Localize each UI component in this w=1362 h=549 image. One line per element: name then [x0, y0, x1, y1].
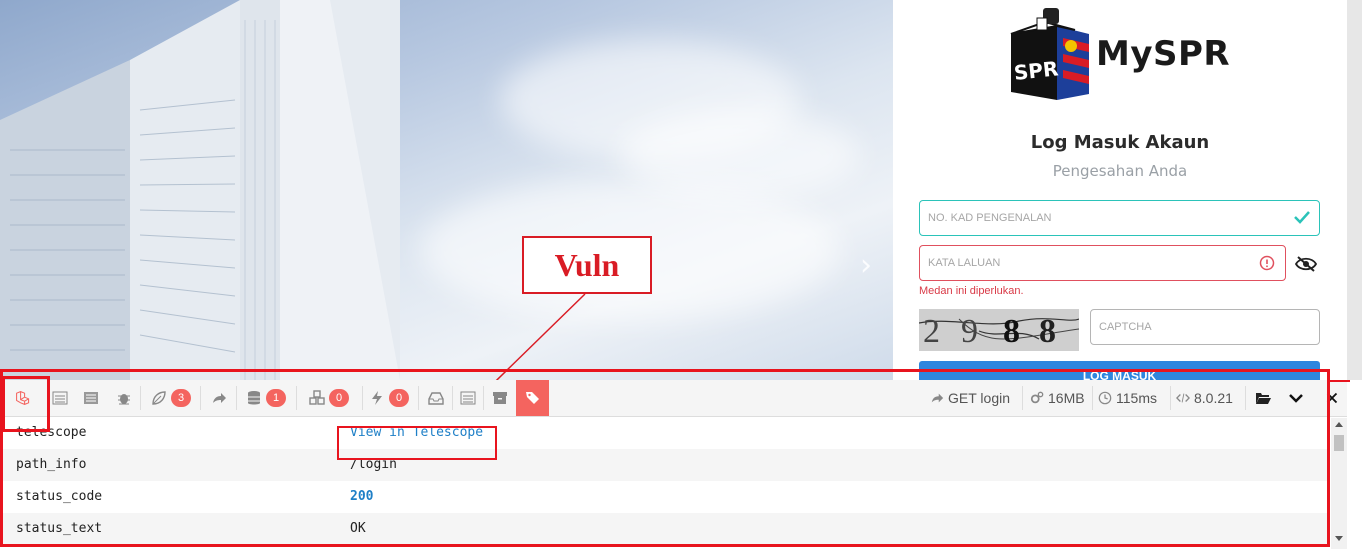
laravel-logo-button[interactable]	[0, 380, 46, 416]
highlight-line	[1330, 380, 1350, 382]
checkmark-icon	[1294, 211, 1310, 224]
password-placeholder: KATA LALUAN	[928, 257, 1001, 269]
carousel-next-button[interactable]: ›	[852, 250, 880, 282]
request-method-indicator[interactable]: GET login	[930, 380, 1010, 416]
page-scrollbar-track[interactable]	[1347, 0, 1362, 380]
scroll-down-arrow-icon[interactable]	[1335, 536, 1343, 541]
leaf-icon	[152, 391, 166, 405]
eye-slash-icon[interactable]	[1295, 255, 1317, 273]
close-icon	[1326, 392, 1338, 404]
row-key: path_info	[16, 457, 87, 472]
table-row: path_info /login	[0, 449, 1330, 481]
scrollbar-thumb[interactable]	[1334, 435, 1344, 451]
row-value: 200	[350, 489, 374, 504]
inbox-icon	[428, 392, 444, 405]
row-key: status_code	[16, 489, 103, 504]
models-count-badge: 0	[328, 389, 350, 407]
captcha-image: 2 9 8 8	[919, 309, 1079, 351]
php-version-indicator: 8.0.21	[1176, 380, 1233, 416]
bug-icon	[118, 394, 130, 405]
vuln-annotation-label: Vuln	[522, 236, 652, 294]
tab-session[interactable]	[454, 380, 482, 416]
login-title: Log Masuk Akaun	[1030, 132, 1210, 153]
debugbar-scrollbar[interactable]	[1331, 418, 1347, 549]
ic-number-input[interactable]: NO. KAD PENGENALAN	[919, 200, 1320, 236]
row-value: OK	[350, 521, 366, 536]
cubes-icon	[309, 390, 325, 405]
tab-messages-list[interactable]	[46, 380, 74, 416]
password-error-message: Medan ini diperlukan.	[919, 285, 1024, 297]
captcha-digit: 2	[923, 313, 940, 350]
minimize-button[interactable]	[1288, 380, 1304, 416]
clock-icon	[1098, 391, 1112, 405]
memory-usage-text: 16MB	[1048, 390, 1085, 406]
hero-background: ›	[0, 0, 893, 380]
archive-icon	[493, 392, 507, 404]
code-icon	[1176, 393, 1190, 403]
bolt-icon	[371, 391, 382, 405]
table-row: status_code 200	[0, 481, 1330, 513]
telescope-link[interactable]: View in Telescope	[350, 425, 483, 440]
captcha-input[interactable]: CAPTCHA	[1090, 309, 1320, 345]
tab-events[interactable]: 0	[364, 380, 414, 416]
tab-request[interactable]	[516, 380, 549, 416]
tab-mail[interactable]	[420, 380, 452, 416]
brand-name: MySPR	[1096, 34, 1231, 74]
queries-count-badge: 1	[265, 389, 287, 407]
tab-models[interactable]: 0	[298, 380, 360, 416]
logo-text: SPR	[1013, 56, 1060, 85]
views-count-badge: 3	[170, 389, 192, 407]
request-route-text: GET login	[948, 390, 1010, 406]
captcha-digit: 8	[1039, 313, 1056, 350]
time-indicator: 115ms	[1098, 380, 1157, 416]
tab-views[interactable]: 3	[142, 380, 200, 416]
row-key: telescope	[16, 425, 87, 440]
cogs-icon	[1030, 391, 1044, 404]
table-row: status_text OK	[0, 513, 1330, 545]
password-input[interactable]: KATA LALUAN	[919, 245, 1286, 281]
tags-icon	[525, 392, 539, 404]
login-subtitle: Pengesahan Anda	[1052, 162, 1188, 180]
folder-open-icon	[1256, 393, 1271, 404]
share-icon	[213, 393, 226, 403]
building-image	[0, 0, 400, 380]
events-count-badge: 0	[388, 389, 410, 407]
list-icon	[460, 391, 476, 405]
database-icon	[247, 391, 260, 405]
tab-route[interactable]	[202, 380, 236, 416]
request-time-text: 115ms	[1116, 390, 1157, 406]
error-icon	[1259, 255, 1275, 271]
debugbar: 3 1 0 0 GET login 16MB 115ms 8.0.21 tele…	[0, 380, 1347, 549]
row-key: status_text	[16, 521, 103, 536]
captcha-digit: 8	[1003, 313, 1020, 350]
request-data-table: telescope View in Telescope path_info /l…	[0, 417, 1330, 549]
debugbar-toolbar: 3 1 0 0 GET login 16MB 115ms 8.0.21	[0, 380, 1347, 417]
table-row: telescope View in Telescope	[0, 417, 1330, 449]
row-value: /login	[350, 457, 397, 472]
php-version-text: 8.0.21	[1194, 390, 1233, 406]
captcha-placeholder: CAPTCHA	[1099, 321, 1152, 333]
tab-timeline[interactable]	[76, 380, 106, 416]
scroll-up-arrow-icon[interactable]	[1335, 422, 1343, 427]
list-icon	[52, 391, 68, 405]
spr-logo-icon: SPR	[1010, 8, 1089, 100]
tab-queries[interactable]: 1	[238, 380, 294, 416]
close-button[interactable]	[1326, 380, 1338, 416]
captcha-digit: 9	[961, 313, 978, 350]
open-handler-button[interactable]	[1254, 380, 1272, 416]
tab-cache[interactable]	[485, 380, 515, 416]
ic-number-placeholder: NO. KAD PENGENALAN	[928, 212, 1052, 224]
laravel-icon	[16, 391, 30, 405]
share-icon	[931, 393, 944, 403]
tab-exceptions[interactable]	[108, 380, 140, 416]
tasks-icon	[84, 392, 98, 404]
chevron-down-icon	[1289, 394, 1303, 403]
memory-indicator: 16MB	[1030, 380, 1085, 416]
